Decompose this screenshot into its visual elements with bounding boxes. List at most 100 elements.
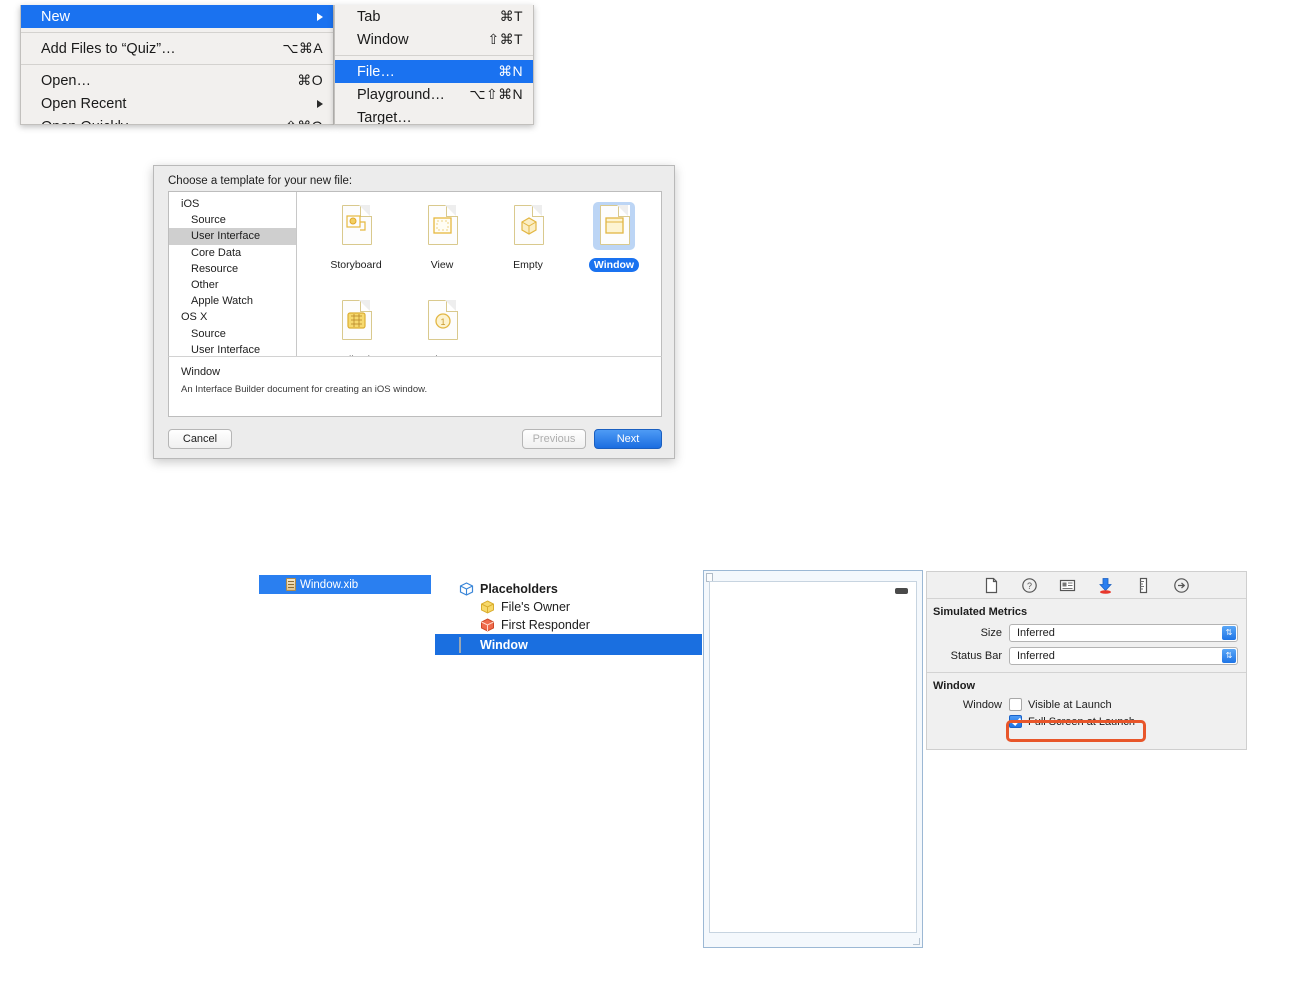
outline-item-placeholders-label: Placeholders (480, 582, 558, 596)
quick-help-inspector-icon[interactable]: ? (1021, 577, 1038, 594)
template-description-title: Window (181, 366, 221, 378)
menu-item-open[interactable]: Open… ⌘O (21, 69, 333, 92)
full-screen-at-launch-label: Full Screen at Launch (1028, 715, 1136, 728)
view-template-icon (421, 202, 463, 250)
category-ios-core-data[interactable]: Core Data (169, 245, 296, 261)
size-inspector-icon[interactable] (1135, 577, 1152, 594)
menu-item-window-shortcut: ⇧⌘T (487, 31, 523, 47)
menu-item-add-files-shortcut: ⌥⌘A (282, 40, 323, 56)
menu-item-open-quickly-label: Open Quickly (41, 119, 285, 125)
connections-inspector-icon[interactable] (1173, 577, 1190, 594)
outline-item-files-owner[interactable]: File's Owner (435, 598, 702, 616)
template-category-list[interactable]: iOS Source User Interface Core Data Reso… (169, 192, 297, 404)
menu-item-file-shortcut: ⌘N (498, 63, 523, 79)
category-ios-user-interface[interactable]: User Interface (169, 228, 296, 245)
status-bar-popup-button[interactable]: Inferred ⇅ (1009, 647, 1238, 665)
canvas-resize-handle-bottomright[interactable] (913, 938, 920, 945)
menu-item-playground-shortcut: ⌥⇧⌘N (469, 86, 523, 102)
blue-cube-icon (459, 582, 475, 596)
menu-item-open-shortcut: ⌘O (297, 72, 323, 88)
file-inspector-icon[interactable] (983, 577, 1000, 594)
template-storyboard[interactable]: Storyboard (313, 202, 399, 273)
status-bar-field-label: Status Bar (950, 650, 1002, 662)
menu-separator (21, 64, 333, 65)
interface-builder-canvas[interactable] (703, 570, 923, 948)
template-grid: Storyboard View Empty Window 1 (297, 192, 661, 376)
outline-item-placeholders[interactable]: Placeholders (435, 580, 702, 598)
launch-screen-template-icon: 1 (421, 297, 463, 345)
submenu-arrow-icon (317, 99, 323, 108)
dialog-body: iOS Source User Interface Core Data Reso… (168, 191, 662, 404)
white-square-icon (459, 636, 475, 653)
empty-template-icon (507, 202, 549, 250)
storyboard-template-icon (335, 202, 377, 250)
outline-item-window[interactable]: Window (435, 634, 702, 655)
status-bar-battery-icon (895, 588, 908, 594)
menu-item-add-files[interactable]: Add Files to “Quiz”… ⌥⌘A (21, 37, 333, 60)
identity-inspector-icon[interactable] (1059, 577, 1076, 594)
category-ios-other[interactable]: Other (169, 277, 296, 293)
category-ios-apple-watch[interactable]: Apple Watch (169, 293, 296, 309)
category-ios-source[interactable]: Source (169, 212, 296, 228)
template-description-text: An Interface Builder document for creati… (181, 384, 428, 395)
visible-at-launch-checkbox[interactable] (1009, 698, 1022, 711)
outline-item-first-responder[interactable]: First Responder (435, 616, 702, 634)
editor-tab-window-xib[interactable]: Window.xib (259, 575, 431, 594)
cancel-button[interactable]: Cancel (168, 429, 232, 449)
template-window[interactable]: Window (571, 202, 657, 273)
full-screen-at-launch-checkbox[interactable] (1009, 715, 1022, 728)
next-button[interactable]: Next (594, 429, 662, 449)
inspector-tab-bar[interactable]: ? (927, 572, 1246, 599)
menu-item-new[interactable]: New (21, 5, 333, 28)
template-description-panel: Window An Interface Builder document for… (168, 356, 662, 417)
menu-item-open-recent-label: Open Recent (41, 95, 127, 112)
category-ios[interactable]: iOS (169, 196, 296, 212)
menu-item-tab-label: Tab (357, 8, 381, 25)
simulated-metrics-header: Simulated Metrics (933, 606, 1028, 618)
menu-item-file[interactable]: File… ⌘N (335, 60, 533, 83)
outline-item-first-responder-label: First Responder (501, 618, 590, 632)
chevron-updown-icon[interactable]: ⇅ (1222, 626, 1236, 640)
menu-item-open-label: Open… (41, 72, 91, 89)
attributes-inspector-panel: ? Simulated Metrics Size Inferred ⇅ Stat… (926, 571, 1247, 750)
size-field-label: Size (980, 627, 1002, 639)
menu-item-open-recent[interactable]: Open Recent (21, 92, 333, 115)
status-bar-field-row: Status Bar Inferred ⇅ (927, 647, 1246, 665)
menu-item-open-quickly[interactable]: Open Quickly ⇧⌘O (21, 115, 333, 125)
window-row-label: Window (962, 698, 1002, 711)
menu-item-new-label: New (41, 8, 71, 25)
menu-item-playground[interactable]: Playground… ⌥⇧⌘N (335, 83, 533, 106)
template-empty[interactable]: Empty (485, 202, 571, 273)
yellow-cube-icon (480, 600, 496, 614)
size-popup-button[interactable]: Inferred ⇅ (1009, 624, 1238, 642)
template-view[interactable]: View (399, 202, 485, 273)
outline-item-window-label: Window (480, 637, 528, 652)
simulated-window-view[interactable] (709, 581, 917, 933)
category-osx[interactable]: OS X (169, 309, 296, 325)
menu-separator (21, 32, 333, 33)
menu-item-open-quickly-shortcut: ⇧⌘O (285, 118, 323, 124)
submenu-arrow-icon (317, 12, 323, 21)
previous-button[interactable]: Previous (522, 429, 586, 449)
menu-item-target[interactable]: Target… (335, 106, 533, 125)
template-empty-label: Empty (513, 259, 543, 271)
size-field-row: Size Inferred ⇅ (927, 624, 1246, 642)
category-ios-resource[interactable]: Resource (169, 261, 296, 277)
editor-tab-label: Window.xib (300, 578, 359, 591)
menu-item-tab[interactable]: Tab ⌘T (335, 5, 533, 28)
menu-item-tab-shortcut: ⌘T (499, 8, 523, 24)
chevron-updown-icon[interactable]: ⇅ (1222, 649, 1236, 663)
category-osx-source[interactable]: Source (169, 326, 296, 342)
attributes-inspector-icon[interactable] (1097, 577, 1114, 594)
template-row-1: Storyboard View Empty Window (297, 202, 661, 273)
new-submenu[interactable]: Tab ⌘T Window ⇧⌘T File… ⌘N Playground… ⌥… (334, 5, 534, 125)
menu-item-file-label: File… (357, 63, 395, 80)
menu-item-window[interactable]: Window ⇧⌘T (335, 28, 533, 51)
file-menu[interactable]: New Add Files to “Quiz”… ⌥⌘A Open… ⌘O Op… (20, 5, 334, 125)
document-outline[interactable]: Placeholders File's Owner First Responde… (435, 580, 702, 655)
svg-text:1: 1 (440, 317, 445, 327)
screenshot-root: New Add Files to “Quiz”… ⌥⌘A Open… ⌘O Op… (0, 0, 1300, 1000)
size-popup-value: Inferred (1017, 627, 1055, 639)
window-template-icon (593, 202, 635, 250)
menu-item-add-files-label: Add Files to “Quiz”… (41, 40, 176, 57)
